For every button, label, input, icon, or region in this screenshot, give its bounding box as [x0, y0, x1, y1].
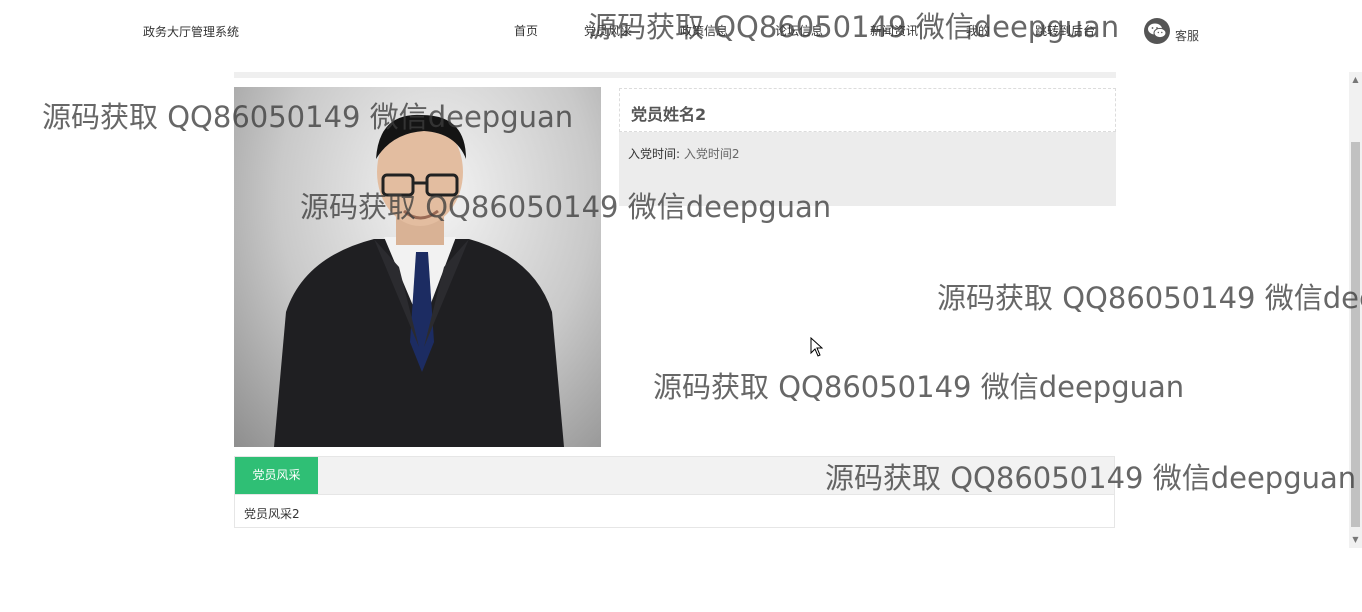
wechat-icon: [1144, 18, 1170, 44]
detail-tab-panel: 党员风采 党员风采2: [234, 456, 1115, 528]
tab-content: 党员风采2: [244, 507, 300, 521]
join-date-row: 入党时间: 入党时间2: [619, 132, 1116, 162]
member-info-card: 党员姓名2 入党时间: 入党时间2: [619, 88, 1116, 206]
member-name: 党员姓名2: [619, 88, 1116, 132]
scrollbar-thumb[interactable]: [1351, 142, 1360, 527]
tab-header: 党员风采: [235, 457, 1114, 495]
top-navigation-bar: 政务大厅管理系统 首页 党员风采 政策信息 论坛信息 新闻资讯 我的 跳转到后台…: [0, 0, 1362, 62]
nav-news[interactable]: 新闻资讯: [870, 22, 918, 39]
nav-forum[interactable]: 论坛信息: [775, 22, 823, 39]
nav-policy-info[interactable]: 政策信息: [680, 22, 728, 39]
tab-party-member-style[interactable]: 党员风采: [235, 457, 318, 494]
nav-party-members[interactable]: 党员风采: [584, 22, 632, 39]
customer-service-label: 客服: [1175, 28, 1200, 43]
watermark-text: 源码获取 QQ86050149 微信deepguan: [937, 281, 1362, 315]
member-photo: [234, 87, 601, 447]
scroll-up-arrow-icon[interactable]: ▲: [1349, 72, 1362, 88]
content-top-divider: [234, 72, 1116, 78]
join-date-label: 入党时间:: [628, 147, 681, 161]
customer-service-button[interactable]: 客服: [1144, 18, 1199, 44]
site-brand[interactable]: 政务大厅管理系统: [143, 23, 239, 40]
join-date-value: 入党时间2: [683, 147, 740, 161]
nav-admin[interactable]: 跳转到后台: [1035, 22, 1095, 39]
vertical-scrollbar[interactable]: ▲ ▼: [1349, 72, 1362, 548]
nav-mine[interactable]: 我的: [966, 22, 990, 39]
mouse-pointer-icon: [810, 336, 824, 361]
scroll-down-arrow-icon[interactable]: ▼: [1349, 532, 1362, 548]
nav-home[interactable]: 首页: [514, 22, 538, 39]
watermark-text: 源码获取 QQ86050149 微信deepguan: [653, 370, 1185, 404]
